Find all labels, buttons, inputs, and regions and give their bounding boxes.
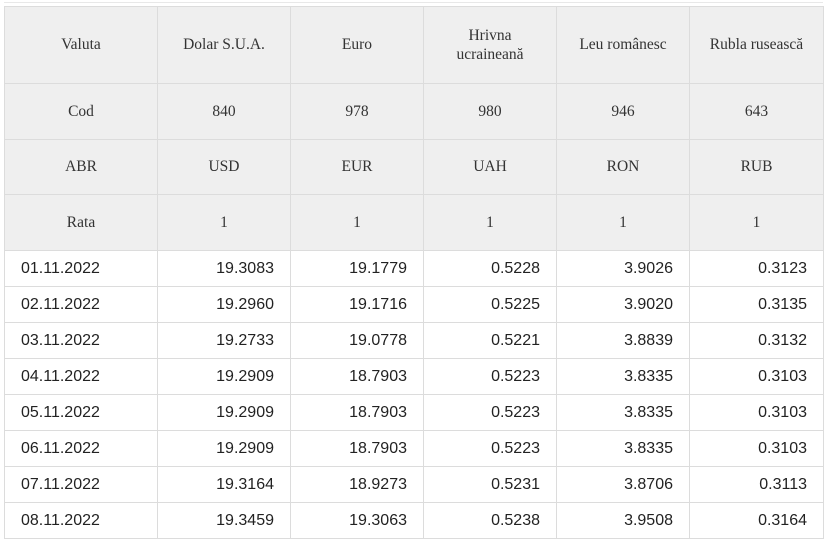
rate-cell: 3.8335 [556,394,690,431]
rate-cell: 0.3164 [689,502,824,539]
rate-cell: 19.2733 [157,322,291,359]
table-row: 08.11.2022 19.3459 19.3063 0.5238 3.9508 0.31… [4,502,824,539]
rate-cell: 19.3083 [157,250,291,287]
rate-cell: 0.3103 [689,358,824,395]
header-cell: 1 [689,194,824,251]
rate-cell: 3.9026 [556,250,690,287]
rate-cell: 19.3063 [290,502,424,539]
rate-cell: 18.7903 [290,394,424,431]
rate-cell: 0.5223 [423,430,557,467]
header-cell: Hrivna ucraineană [423,6,557,84]
header-cell: Rubla rusească [689,6,824,84]
rate-cell: 0.5223 [423,358,557,395]
exchange-rate-table-container: Valuta Dolar S.U.A. Euro Hrivna ucrainea… [4,6,824,539]
rate-cell: 19.1779 [290,250,424,287]
rate-cell: 0.3103 [689,430,824,467]
header-cell: Euro [290,6,424,84]
header-row-currency: Valuta Dolar S.U.A. Euro Hrivna ucrainea… [4,6,824,84]
header-cell: 840 [157,83,291,140]
header-cell: 978 [290,83,424,140]
header-cell: UAH [423,139,557,195]
date-cell: 04.11.2022 [4,358,158,395]
header-cell: EUR [290,139,424,195]
rate-cell: 18.9273 [290,466,424,503]
table-row: 03.11.2022 19.2733 19.0778 0.5221 3.8839 0.31… [4,322,824,359]
rate-cell: 0.3135 [689,286,824,323]
rate-cell: 0.5231 [423,466,557,503]
rate-cell: 3.9508 [556,502,690,539]
header-row-rate: Rata 1 1 1 1 1 [4,194,824,251]
rate-cell: 19.2909 [157,358,291,395]
rate-cell: 0.3103 [689,394,824,431]
header-cell: Leu românesc [556,6,690,84]
rate-cell: 3.8335 [556,358,690,395]
header-cell: RUB [689,139,824,195]
table-row: 02.11.2022 19.2960 19.1716 0.5225 3.9020 0.31… [4,286,824,323]
header-cell: RON [556,139,690,195]
rate-cell: 0.3113 [689,466,824,503]
rate-cell: 18.7903 [290,358,424,395]
header-cell: 1 [157,194,291,251]
header-cell: 980 [423,83,557,140]
rate-cell: 3.8839 [556,322,690,359]
date-cell: 03.11.2022 [4,322,158,359]
rate-cell: 19.1716 [290,286,424,323]
header-cell: 643 [689,83,824,140]
rate-cell: 18.7903 [290,430,424,467]
date-cell: 08.11.2022 [4,502,158,539]
header-cell: USD [157,139,291,195]
rate-cell: 0.3132 [689,322,824,359]
top-divider [4,2,823,3]
header-cell: 1 [290,194,424,251]
header-cell: 1 [556,194,690,251]
header-row-code: Cod 840 978 980 946 643 [4,83,824,140]
table-row: 07.11.2022 19.3164 18.9273 0.5231 3.8706 0.31… [4,466,824,503]
rate-cell: 0.5221 [423,322,557,359]
rate-cell: 19.3459 [157,502,291,539]
rate-cell: 19.2909 [157,394,291,431]
rate-cell: 0.5223 [423,394,557,431]
rate-cell: 0.5238 [423,502,557,539]
header-cell: ABR [4,139,158,195]
rate-cell: 3.9020 [556,286,690,323]
rate-cell: 19.3164 [157,466,291,503]
header-cell: Dolar S.U.A. [157,6,291,84]
date-cell: 07.11.2022 [4,466,158,503]
rate-cell: 0.5225 [423,286,557,323]
rate-cell: 0.3123 [689,250,824,287]
table-row: 05.11.2022 19.2909 18.7903 0.5223 3.8335 0.31… [4,394,824,431]
header-cell: Rata [4,194,158,251]
header-cell: 1 [423,194,557,251]
table-row: 06.11.2022 19.2909 18.7903 0.5223 3.8335 0.31… [4,430,824,467]
header-cell: 946 [556,83,690,140]
date-cell: 01.11.2022 [4,250,158,287]
date-cell: 06.11.2022 [4,430,158,467]
exchange-rate-table: Valuta Dolar S.U.A. Euro Hrivna ucrainea… [4,6,824,539]
date-cell: 02.11.2022 [4,286,158,323]
rate-cell: 19.2960 [157,286,291,323]
header-cell: Cod [4,83,158,140]
header-cell: Valuta [4,6,158,84]
table-row: 01.11.2022 19.3083 19.1779 0.5228 3.9026 0.31… [4,250,824,287]
table-row: 04.11.2022 19.2909 18.7903 0.5223 3.8335 0.31… [4,358,824,395]
rate-cell: 3.8335 [556,430,690,467]
rate-cell: 0.5228 [423,250,557,287]
rate-cell: 19.0778 [290,322,424,359]
date-cell: 05.11.2022 [4,394,158,431]
header-row-abbreviation: ABR USD EUR UAH RON RUB [4,139,824,195]
rate-cell: 19.2909 [157,430,291,467]
rate-cell: 3.8706 [556,466,690,503]
